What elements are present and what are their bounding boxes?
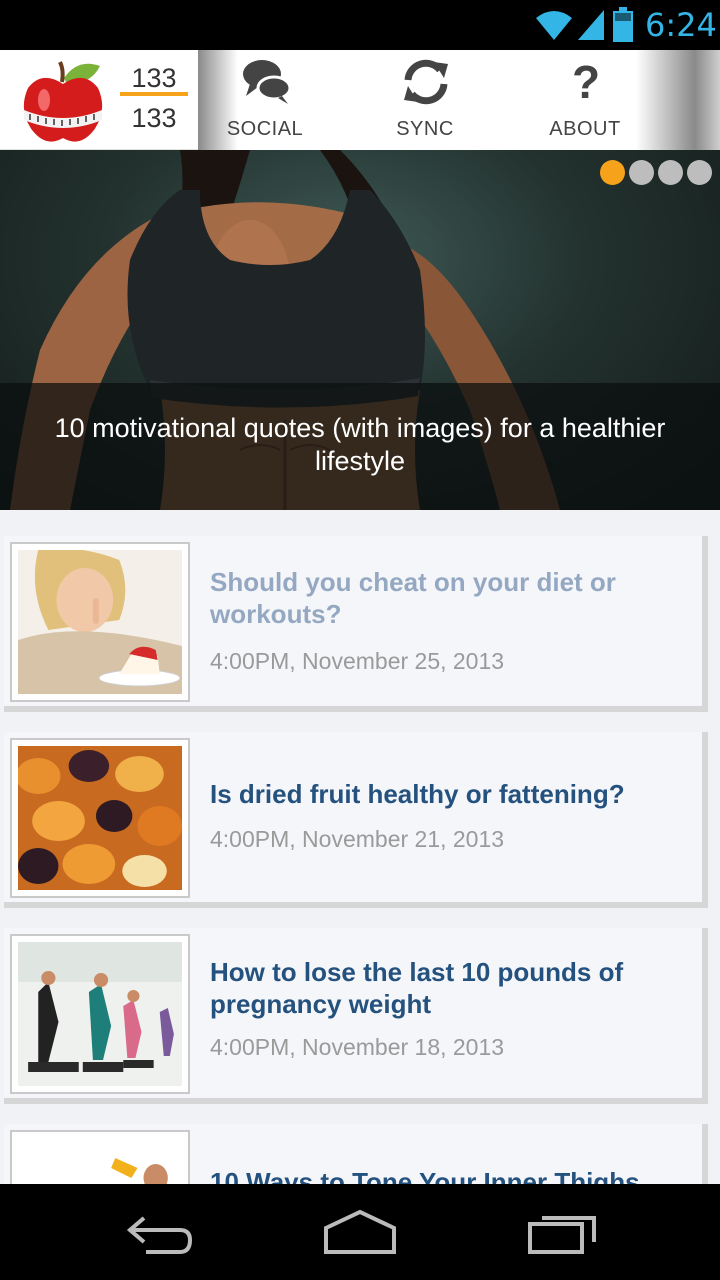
app-header: 133 133 SOCIAL SYNC ? ABOUT: [0, 50, 720, 150]
featured-carousel[interactable]: 10 motivational quotes (with images) for…: [0, 150, 720, 510]
sync-icon: [404, 59, 448, 105]
battery-icon: [613, 7, 633, 42]
back-icon[interactable]: [126, 1208, 194, 1256]
question-icon: ?: [572, 58, 600, 106]
carousel-dot[interactable]: [687, 160, 712, 185]
article-title[interactable]: How to lose the last 10 pounds of pregna…: [210, 956, 680, 1020]
apple-tape-logo[interactable]: [20, 56, 106, 144]
article-timestamp: 4:00PM, November 25, 2013: [210, 648, 505, 674]
nav-about-label: ABOUT: [549, 118, 621, 140]
status-bar: 6:24: [0, 0, 720, 50]
system-navigation-bar: [0, 1184, 720, 1280]
carousel-dot-active[interactable]: [600, 160, 625, 185]
article-thumbnail: [10, 738, 190, 898]
featured-caption[interactable]: 10 motivational quotes (with images) for…: [20, 412, 700, 478]
carousel-dot[interactable]: [629, 160, 654, 185]
nav-about-button[interactable]: ? ABOUT: [520, 50, 650, 150]
article-card[interactable]: How to lose the last 10 pounds of pregna…: [4, 928, 708, 1104]
scroll-fade-right: [636, 50, 720, 150]
home-icon[interactable]: [322, 1208, 398, 1256]
article-card[interactable]: Should you cheat on your diet or workout…: [4, 536, 708, 712]
nav-sync-button[interactable]: SYNC: [360, 50, 490, 150]
header-nav[interactable]: SOCIAL SYNC ? ABOUT C: [198, 50, 720, 150]
article-card[interactable]: Is dried fruit healthy or fattening? 4:0…: [4, 732, 708, 908]
clock: 6:24: [645, 6, 717, 44]
calorie-counter[interactable]: 133 133: [120, 60, 188, 136]
article-title[interactable]: 10 Ways to Tone Your Inner Thighs: [210, 1166, 680, 1184]
counter-top-value: 133: [120, 60, 188, 96]
recents-icon[interactable]: [526, 1208, 598, 1256]
nav-social-label: SOCIAL: [226, 118, 304, 140]
article-thumbnail: [10, 1130, 190, 1184]
article-timestamp: 4:00PM, November 21, 2013: [210, 826, 505, 852]
article-timestamp: 4:00PM, November 18, 2013: [210, 1034, 505, 1060]
nav-sync-label: SYNC: [396, 118, 454, 140]
article-title[interactable]: Should you cheat on your diet or workout…: [210, 566, 680, 630]
article-thumbnail: [10, 542, 190, 702]
nav-social-button[interactable]: SOCIAL: [200, 50, 330, 150]
article-list[interactable]: Should you cheat on your diet or workout…: [0, 510, 720, 1184]
wifi-icon: [536, 11, 572, 40]
chat-bubbles-icon: [243, 60, 292, 104]
article-card[interactable]: 10 Ways to Tone Your Inner Thighs: [4, 1124, 708, 1184]
svg-text:?: ?: [572, 58, 600, 106]
carousel-dot[interactable]: [658, 160, 683, 185]
article-thumbnail: [10, 934, 190, 1094]
counter-bottom-value: 133: [131, 103, 177, 133]
signal-icon: [578, 10, 604, 40]
carousel-indicator: [596, 160, 712, 186]
article-title[interactable]: Is dried fruit healthy or fattening?: [210, 778, 680, 810]
